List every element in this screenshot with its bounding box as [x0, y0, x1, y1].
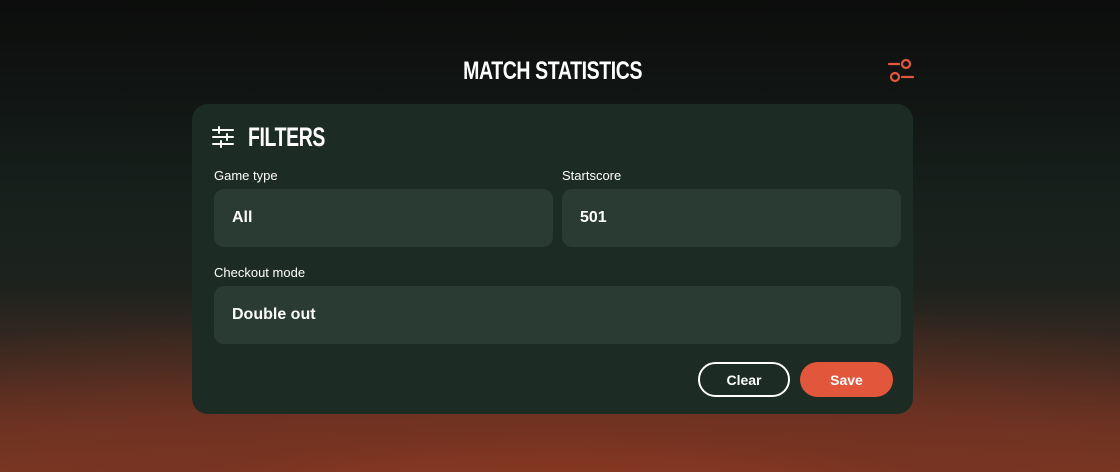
- page-title: MATCH STATISTICS: [463, 57, 643, 85]
- checkout-mode-select[interactable]: Double out: [214, 286, 901, 344]
- sliders-icon: [212, 126, 234, 148]
- filters-header: FILTERS: [212, 122, 355, 152]
- startscore-label: Startscore: [562, 168, 622, 183]
- startscore-select[interactable]: 501: [562, 189, 901, 247]
- startscore-field-group: Startscore 501: [562, 168, 901, 247]
- filter-settings-icon[interactable]: [886, 56, 916, 86]
- filters-panel: FILTERS Game type All Startscore 501 Che…: [192, 104, 913, 414]
- checkout-mode-field-group: Checkout mode Double out: [214, 265, 901, 344]
- game-type-select[interactable]: All: [214, 189, 553, 247]
- filters-title: FILTERS: [248, 122, 326, 152]
- game-type-label: Game type: [214, 168, 278, 183]
- game-type-field-group: Game type All: [214, 168, 553, 247]
- save-button[interactable]: Save: [800, 362, 893, 397]
- clear-button[interactable]: Clear: [698, 362, 790, 397]
- checkout-mode-label: Checkout mode: [214, 265, 306, 280]
